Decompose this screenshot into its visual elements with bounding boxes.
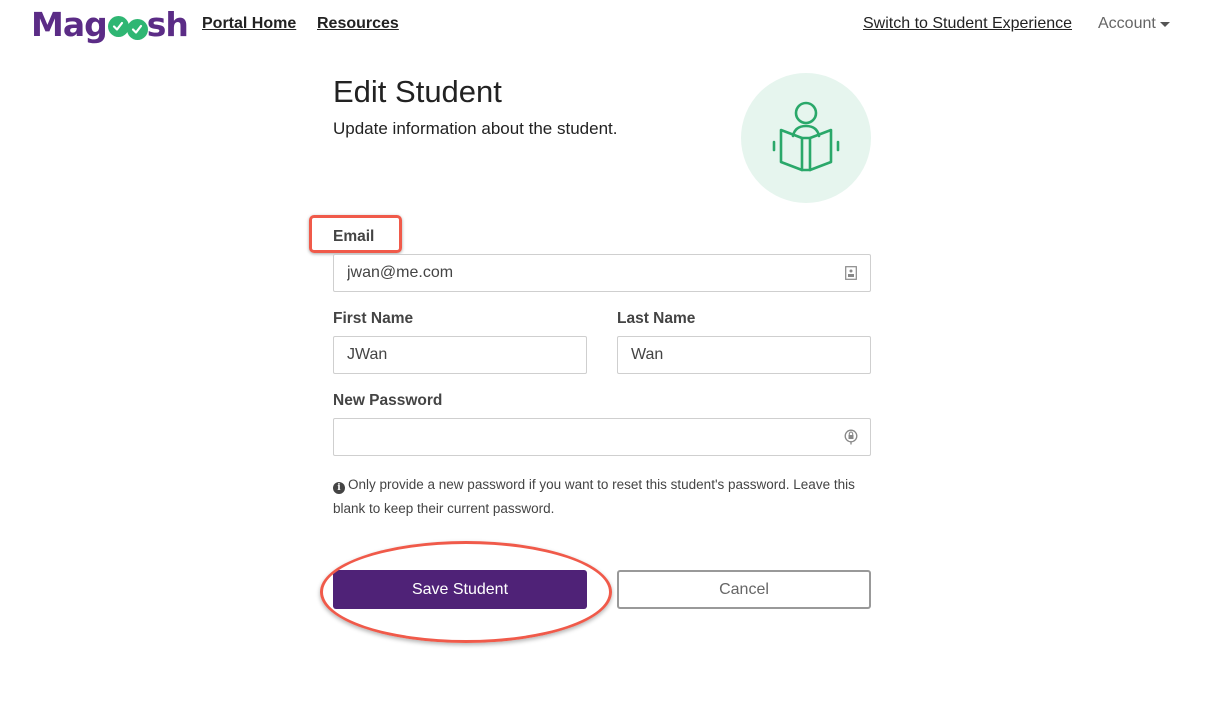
new-password-input[interactable] [347,428,857,446]
magoosh-logo[interactable]: Mag sh [31,4,189,44]
logo-check-icons [107,15,148,40]
caret-down-icon [1159,21,1170,27]
logo-text-suffix: sh [146,4,189,44]
check-icon [126,18,148,40]
last-name-field-wrapper [617,336,871,374]
hero-illustration [741,73,871,203]
help-text: Only provide a new password if you want … [333,477,855,516]
logo-text-prefix: Mag [31,4,108,44]
account-label: Account [1098,15,1156,32]
last-name-label: Last Name [617,310,696,327]
last-name-input[interactable] [631,346,857,364]
nav-resources[interactable]: Resources [317,15,399,33]
save-student-button[interactable]: Save Student [333,570,587,609]
account-dropdown[interactable]: Account [1098,15,1170,33]
password-help-text: i Only provide a new password if you want… [333,473,873,521]
page-subtitle: Update information about the student. [333,119,618,138]
switch-student-experience-link[interactable]: Switch to Student Experience [863,15,1072,33]
cancel-button[interactable]: Cancel [617,570,871,609]
first-name-label: First Name [333,310,414,327]
email-input[interactable] [347,264,857,282]
page-title: Edit Student [333,74,502,109]
nav-portal-home[interactable]: Portal Home [202,15,296,33]
top-navigation: Mag sh Portal Home Resources Switch to S… [0,0,1224,50]
check-icon [107,15,129,37]
email-field-wrapper [333,254,871,292]
email-label: Email [333,228,375,245]
info-icon: i [333,482,345,494]
new-password-field-wrapper [333,418,871,456]
contact-card-icon[interactable] [844,265,858,281]
first-name-field-wrapper [333,336,587,374]
password-manager-key-icon[interactable] [844,429,858,445]
first-name-input[interactable] [347,346,573,364]
new-password-label: New Password [333,392,443,409]
student-reading-icon [772,101,840,172]
